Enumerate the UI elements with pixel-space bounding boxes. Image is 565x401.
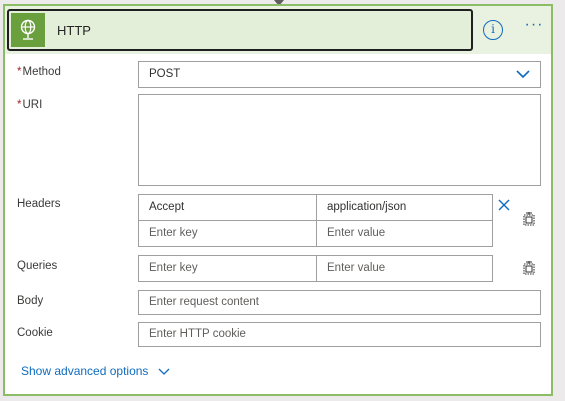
method-label-text: Method [22,66,61,78]
uri-input[interactable] [138,94,541,186]
required-marker: * [17,66,22,78]
body-label: Body [17,295,44,307]
http-action-card: HTTP i ··· *Method POST *URI Headers Acc… [3,4,553,396]
chevron-down-icon [158,368,170,375]
globe-icon [11,13,45,47]
required-marker: * [17,99,22,111]
method-label: *Method [17,66,61,78]
chevron-down-icon [516,70,530,79]
cookie-placeholder: Enter HTTP cookie [149,328,246,340]
header-value-value: application/json [327,201,407,213]
header-key-placeholder: Enter key [149,227,198,239]
more-options-icon[interactable]: ··· [521,16,547,38]
body-placeholder: Enter request content [149,296,259,308]
header-key-input[interactable]: Enter key [138,220,317,247]
uri-label: *URI [17,99,42,111]
method-value: POST [149,68,181,80]
card-title: HTTP [57,23,91,38]
uri-label-text: URI [22,99,43,111]
show-advanced-options-link[interactable]: Show advanced options [21,364,170,378]
switch-to-text-mode-icon[interactable] [521,211,537,227]
header-value-cell[interactable]: application/json [316,194,493,221]
header-value-input[interactable]: Enter value [316,220,493,247]
switch-to-text-mode-icon[interactable] [521,260,537,276]
show-advanced-options-label: Show advanced options [21,364,149,378]
header-key-value: Accept [149,201,185,213]
close-icon[interactable] [498,199,510,211]
query-key-input[interactable]: Enter key [138,255,317,282]
method-dropdown[interactable]: POST [138,61,541,88]
queries-label: Queries [17,260,58,272]
query-value-placeholder: Enter value [327,262,386,274]
header-key-cell[interactable]: Accept [138,194,317,221]
cookie-label: Cookie [17,327,53,339]
headers-label: Headers [17,198,61,210]
card-header: HTTP i ··· [5,6,551,54]
info-icon[interactable]: i [483,20,503,40]
card-title-bar[interactable]: HTTP [7,9,473,51]
header-value-placeholder: Enter value [327,227,386,239]
query-key-placeholder: Enter key [149,262,198,274]
body-input[interactable]: Enter request content [138,290,541,315]
cookie-input[interactable]: Enter HTTP cookie [138,322,541,347]
query-value-input[interactable]: Enter value [316,255,493,282]
